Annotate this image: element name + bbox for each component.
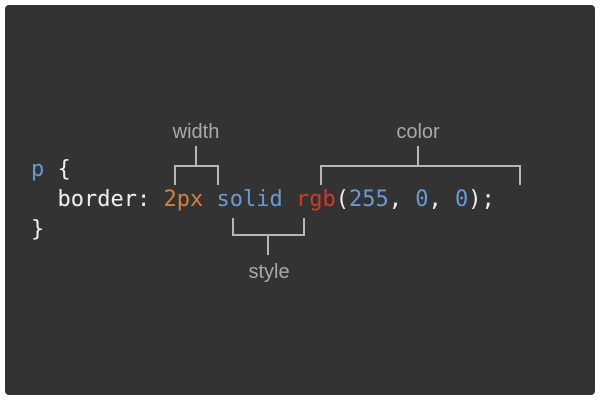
annotation-bracket-width [174, 165, 219, 185]
css-selector: p [31, 157, 45, 182]
annotation-bracket-color [320, 165, 521, 185]
code-line-close: } [31, 216, 44, 244]
annotation-label-style: style [248, 261, 290, 283]
comma: , [428, 187, 455, 212]
border-width-value: 2px [163, 187, 204, 212]
annotation-bracket-style [232, 218, 305, 236]
rgb-green-value: 0 [415, 187, 429, 212]
open-brace: { [44, 157, 71, 182]
annotation-label-color: color [396, 121, 440, 143]
annotation-stem-color [417, 146, 419, 166]
annotation-stem-style [267, 235, 269, 255]
close-brace: } [31, 217, 45, 242]
css-property-border: border [57, 187, 137, 212]
rgb-function: rgb [295, 187, 336, 212]
rgb-blue-value: 0 [454, 187, 469, 212]
rgb-red-value: 255 [348, 187, 389, 212]
paren-close-semicolon: ); [468, 187, 495, 212]
annotation-label-width: width [172, 121, 220, 143]
code-line-selector: p { [31, 156, 71, 184]
paren-open: ( [335, 187, 349, 212]
comma: , [388, 187, 416, 212]
colon: : [136, 187, 164, 212]
code-line-border-declaration: border: 2px solid rgb(255, 0, 0); [31, 186, 495, 214]
annotation-stem-width [195, 146, 197, 166]
border-style-value: solid [216, 187, 283, 212]
